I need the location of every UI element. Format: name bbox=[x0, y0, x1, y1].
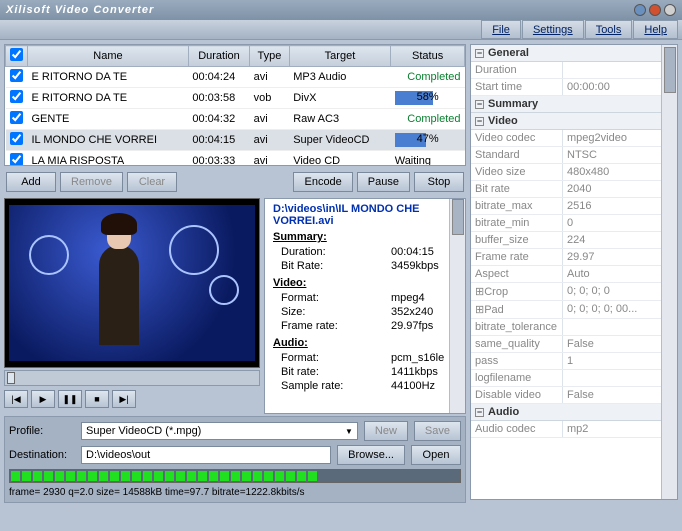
prop-row[interactable]: same_qualityFalse bbox=[471, 336, 661, 353]
open-button[interactable]: Open bbox=[411, 445, 461, 465]
prev-button[interactable]: |◀ bbox=[4, 390, 28, 408]
menu-settings[interactable]: Settings bbox=[522, 20, 584, 39]
prop-row[interactable]: bitrate_max2516 bbox=[471, 198, 661, 215]
pause-button[interactable]: Pause bbox=[357, 172, 410, 192]
maximize-icon[interactable] bbox=[649, 4, 661, 16]
menu-help[interactable]: Help bbox=[633, 20, 678, 39]
save-button[interactable]: Save bbox=[414, 421, 461, 441]
video-preview bbox=[4, 198, 260, 368]
prop-section-summary[interactable]: −Summary bbox=[471, 96, 661, 113]
props-scrollbar[interactable] bbox=[661, 45, 677, 499]
audio-heading: Audio: bbox=[273, 337, 457, 349]
prop-row[interactable]: bitrate_min0 bbox=[471, 215, 661, 232]
prop-row[interactable]: buffer_size224 bbox=[471, 232, 661, 249]
chevron-down-icon: ▼ bbox=[345, 427, 353, 436]
menu-tools[interactable]: Tools bbox=[585, 20, 633, 39]
browse-button[interactable]: Browse... bbox=[337, 445, 405, 465]
table-row[interactable]: E RITORNO DA TE00:04:24aviMP3 AudioCompl… bbox=[6, 67, 465, 88]
encode-progress bbox=[9, 469, 461, 483]
prop-row[interactable]: AspectAuto bbox=[471, 266, 661, 283]
summary-heading: Summary: bbox=[273, 231, 457, 243]
properties-panel: −GeneralDurationStart time00:00:00−Summa… bbox=[470, 44, 678, 500]
col-target[interactable]: Target bbox=[289, 46, 391, 67]
clear-button[interactable]: Clear bbox=[127, 172, 177, 192]
prop-row[interactable]: Disable videoFalse bbox=[471, 387, 661, 404]
col-status[interactable]: Status bbox=[391, 46, 465, 67]
minimize-icon[interactable] bbox=[634, 4, 646, 16]
prop-section-audio[interactable]: −Audio bbox=[471, 404, 661, 421]
seek-slider[interactable] bbox=[4, 370, 260, 386]
prop-row[interactable]: bitrate_tolerance bbox=[471, 319, 661, 336]
table-row[interactable]: LA MIA RISPOSTA00:03:33aviVideo CDWaitin… bbox=[6, 151, 465, 167]
prop-row[interactable]: Audio codecmp2 bbox=[471, 421, 661, 438]
prop-section-video[interactable]: −Video bbox=[471, 113, 661, 130]
stop-button[interactable]: Stop bbox=[414, 172, 464, 192]
prop-row[interactable]: logfilename bbox=[471, 370, 661, 387]
profile-combo[interactable]: Super VideoCD (*.mpg)▼ bbox=[81, 422, 358, 440]
table-row[interactable]: GENTE00:04:32aviRaw AC3Completed bbox=[6, 109, 465, 130]
new-button[interactable]: New bbox=[364, 421, 408, 441]
file-details: D:\videos\in\IL MONDO CHE VORREI.avi Sum… bbox=[264, 198, 466, 414]
stop-media-button[interactable]: ■ bbox=[85, 390, 109, 408]
detail-path: D:\videos\in\IL MONDO CHE VORREI.avi bbox=[273, 203, 457, 227]
add-button[interactable]: Add bbox=[6, 172, 56, 192]
prop-row[interactable]: Duration bbox=[471, 62, 661, 79]
close-icon[interactable] bbox=[664, 4, 676, 16]
prop-row[interactable]: Bit rate2040 bbox=[471, 181, 661, 198]
prop-row[interactable]: StandardNTSC bbox=[471, 147, 661, 164]
prop-row[interactable]: ⊞Pad0; 0; 0; 0; 00... bbox=[471, 301, 661, 319]
status-line: frame= 2930 q=2.0 size= 14588kB time=97.… bbox=[5, 485, 465, 500]
prop-section-general[interactable]: −General bbox=[471, 45, 661, 62]
dest-label: Destination: bbox=[9, 449, 75, 461]
prop-row[interactable]: Video codecmpeg2video bbox=[471, 130, 661, 147]
table-row[interactable]: E RITORNO DA TE00:03:58vobDivX58% bbox=[6, 88, 465, 109]
titlebar: Xilisoft Video Converter bbox=[0, 0, 682, 20]
prop-row[interactable]: pass1 bbox=[471, 353, 661, 370]
encode-button[interactable]: Encode bbox=[293, 172, 352, 192]
next-button[interactable]: ▶| bbox=[112, 390, 136, 408]
col-name[interactable]: Name bbox=[28, 46, 189, 67]
prop-row[interactable]: ⊞Crop0; 0; 0; 0 bbox=[471, 283, 661, 301]
checkall[interactable] bbox=[10, 48, 23, 61]
video-heading: Video: bbox=[273, 277, 457, 289]
col-duration[interactable]: Duration bbox=[188, 46, 249, 67]
pause-media-button[interactable]: ❚❚ bbox=[58, 390, 82, 408]
details-scrollbar[interactable] bbox=[449, 199, 465, 413]
col-type[interactable]: Type bbox=[250, 46, 290, 67]
menu-file[interactable]: File bbox=[481, 20, 521, 39]
remove-button[interactable]: Remove bbox=[60, 172, 123, 192]
app-title: Xilisoft Video Converter bbox=[6, 4, 154, 16]
profile-label: Profile: bbox=[9, 425, 75, 437]
table-row[interactable]: IL MONDO CHE VORREI00:04:15aviSuper Vide… bbox=[6, 130, 465, 151]
prop-row[interactable]: Video size480x480 bbox=[471, 164, 661, 181]
prop-row[interactable]: Start time00:00:00 bbox=[471, 79, 661, 96]
menubar: File Settings Tools Help bbox=[0, 20, 682, 40]
prop-row[interactable]: Frame rate29.97 bbox=[471, 249, 661, 266]
file-list[interactable]: Name Duration Type Target Status E RITOR… bbox=[5, 45, 465, 166]
play-button[interactable]: ▶ bbox=[31, 390, 55, 408]
destination-field[interactable] bbox=[81, 446, 331, 464]
